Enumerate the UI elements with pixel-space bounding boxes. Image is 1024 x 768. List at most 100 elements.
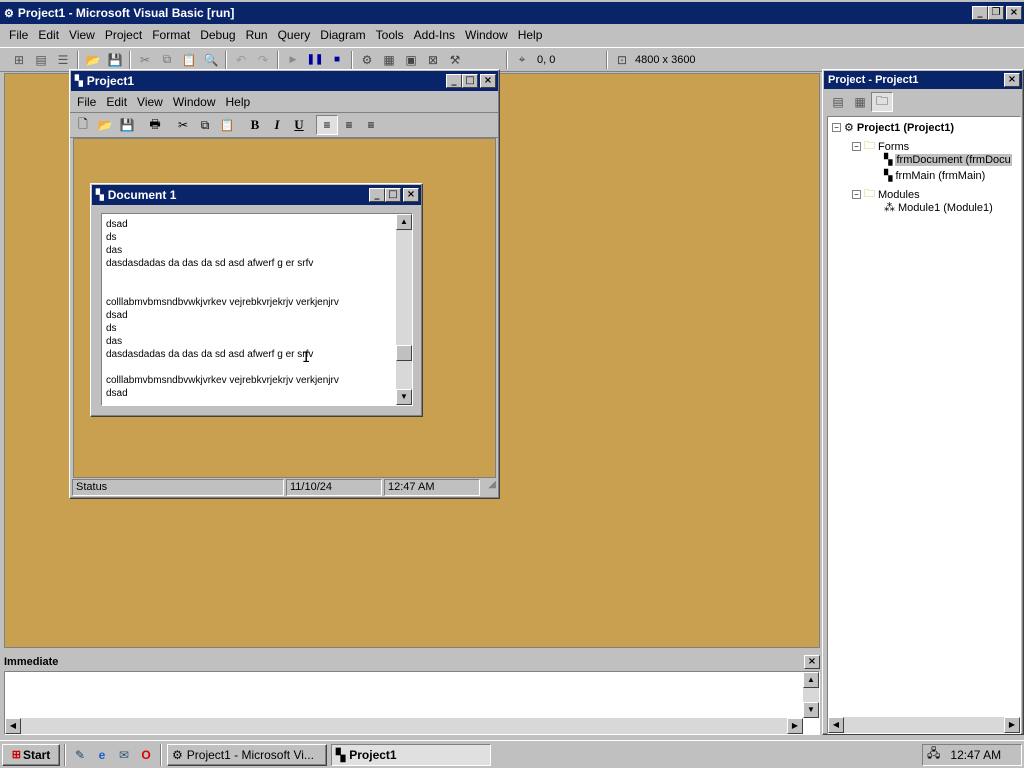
- doc-close-button[interactable]: ×: [403, 188, 419, 202]
- new-doc-icon[interactable]: 🗋: [72, 115, 94, 135]
- add-project-icon[interactable]: ⊞: [8, 50, 30, 70]
- end-icon[interactable]: ■: [326, 50, 348, 70]
- print-icon[interactable]: 🖶: [144, 115, 166, 135]
- show-desktop-icon[interactable]: ✎: [69, 745, 91, 765]
- menu-window[interactable]: Window: [460, 28, 513, 42]
- scroll-left-arrow-icon[interactable]: ◀: [5, 718, 21, 734]
- collapse-icon[interactable]: −: [852, 190, 861, 199]
- form-menu-help[interactable]: Help: [221, 95, 256, 109]
- immediate-hscrollbar[interactable]: ◀ ▶: [5, 718, 803, 734]
- scroll-left-arrow-icon[interactable]: ◀: [828, 717, 844, 733]
- outlook-express-icon[interactable]: ✉: [113, 745, 135, 765]
- form-menu-edit[interactable]: Edit: [101, 95, 132, 109]
- internet-explorer-icon[interactable]: e: [91, 745, 113, 765]
- tree-item-module1[interactable]: ⁂ Module1 (Module1): [884, 201, 993, 215]
- menu-debug[interactable]: Debug: [195, 28, 240, 42]
- menu-tools[interactable]: Tools: [371, 28, 409, 42]
- tree-item-frmdocument[interactable]: ▚ frmDocument (frmDocu: [884, 153, 1012, 166]
- save-doc-icon[interactable]: 💾: [116, 115, 138, 135]
- copy-doc-icon[interactable]: ⧉: [194, 115, 216, 135]
- form-maximize-button[interactable]: □: [462, 74, 478, 88]
- view-code-icon[interactable]: ▤: [827, 92, 849, 112]
- explorer-hscrollbar[interactable]: ◀ ▶: [828, 717, 1020, 733]
- align-left-icon[interactable]: ≡: [316, 115, 338, 135]
- scroll-right-arrow-icon[interactable]: ▶: [787, 718, 803, 734]
- bold-icon[interactable]: B: [244, 115, 266, 135]
- project-explorer-icon[interactable]: ⚙: [356, 50, 378, 70]
- form-node-icon: ▚: [884, 170, 893, 182]
- view-object-icon[interactable]: ▦: [849, 92, 871, 112]
- cut-doc-icon[interactable]: ✂: [172, 115, 194, 135]
- immediate-close-button[interactable]: ×: [804, 655, 820, 669]
- scroll-up-arrow-icon[interactable]: ▲: [803, 672, 819, 688]
- form-menu-window[interactable]: Window: [168, 95, 221, 109]
- menu-project[interactable]: Project: [100, 28, 147, 42]
- copy-icon[interactable]: ⧉: [156, 50, 178, 70]
- restore-button[interactable]: ❐: [988, 6, 1004, 20]
- doc-maximize-button[interactable]: □: [385, 188, 401, 202]
- document-textbox[interactable]: dsad ds das dasdasdadas da das da sd asd…: [101, 213, 413, 406]
- properties-window-icon[interactable]: ▦: [378, 50, 400, 70]
- scroll-up-arrow-icon[interactable]: ▲: [396, 214, 412, 230]
- form-layout-icon[interactable]: ▣: [400, 50, 422, 70]
- form-menu-file[interactable]: File: [72, 95, 101, 109]
- start-button[interactable]: ⊞ Start: [2, 743, 60, 766]
- menu-file[interactable]: File: [4, 28, 33, 42]
- form-minimize-button[interactable]: _: [446, 74, 462, 88]
- menu-add-ins[interactable]: Add-Ins: [409, 28, 460, 42]
- explorer-close-button[interactable]: ×: [1004, 73, 1020, 87]
- scroll-down-arrow-icon[interactable]: ▼: [396, 389, 412, 405]
- align-right-icon[interactable]: ≡: [360, 115, 382, 135]
- doc-minimize-button[interactable]: _: [369, 188, 385, 202]
- clock[interactable]: 12:47 AM: [950, 748, 1001, 762]
- size-icon: ⊡: [616, 52, 628, 67]
- object-browser-icon[interactable]: ⊠: [422, 50, 444, 70]
- align-center-icon[interactable]: ≡: [338, 115, 360, 135]
- toggle-folders-icon[interactable]: 🗀: [871, 92, 893, 112]
- menu-editor-icon[interactable]: ☰: [52, 50, 74, 70]
- task-project1[interactable]: ▚ Project1: [331, 743, 491, 766]
- open-doc-icon[interactable]: 📂: [94, 115, 116, 135]
- save-project-icon[interactable]: 💾: [104, 50, 126, 70]
- menu-query[interactable]: Query: [273, 28, 316, 42]
- menu-view[interactable]: View: [64, 28, 100, 42]
- menu-run[interactable]: Run: [241, 28, 273, 42]
- paste-icon[interactable]: 📋: [178, 50, 200, 70]
- opera-icon[interactable]: O: [135, 745, 157, 765]
- immediate-titlebar: Immediate ×: [4, 655, 822, 669]
- menu-diagram[interactable]: Diagram: [315, 28, 370, 42]
- form-close-button[interactable]: ×: [480, 74, 496, 88]
- menu-edit[interactable]: Edit: [33, 28, 64, 42]
- form-menu-view[interactable]: View: [132, 95, 168, 109]
- minimize-button[interactable]: _: [972, 6, 988, 20]
- redo-icon[interactable]: ↷: [252, 50, 274, 70]
- add-form-icon[interactable]: ▤: [30, 50, 52, 70]
- scroll-right-arrow-icon[interactable]: ▶: [1004, 717, 1020, 733]
- document-vscrollbar[interactable]: ▲ ▼: [396, 214, 412, 405]
- menu-help[interactable]: Help: [513, 28, 548, 42]
- close-button[interactable]: ×: [1006, 6, 1022, 20]
- collapse-icon[interactable]: −: [832, 123, 841, 132]
- modules-node-label: Modules: [878, 188, 920, 201]
- start-icon[interactable]: ▶: [282, 50, 304, 70]
- underline-icon[interactable]: U: [288, 115, 310, 135]
- find-icon[interactable]: 🔍: [200, 50, 222, 70]
- collapse-icon[interactable]: −: [852, 142, 861, 151]
- network-tray-icon[interactable]: 🖧: [927, 744, 940, 765]
- tree-item-frmmain[interactable]: ▚ frmMain (frmMain): [884, 169, 985, 183]
- immediate-vscrollbar[interactable]: ▲ ▼: [803, 672, 819, 718]
- task-vb-ide[interactable]: ⚙ Project1 - Microsoft Vi...: [167, 743, 327, 766]
- italic-icon[interactable]: I: [266, 115, 288, 135]
- paste-doc-icon[interactable]: 📋: [216, 115, 238, 135]
- resize-grip-icon[interactable]: ◢: [480, 479, 496, 496]
- scroll-down-arrow-icon[interactable]: ▼: [803, 702, 819, 718]
- undo-icon[interactable]: ↶: [230, 50, 252, 70]
- cut-icon[interactable]: ✂: [134, 50, 156, 70]
- toolbox-icon[interactable]: ⚒: [444, 50, 466, 70]
- tree-item-project[interactable]: − ⚙ Project1 (Project1): [832, 121, 954, 134]
- open-project-icon[interactable]: 📂: [82, 50, 104, 70]
- menu-format[interactable]: Format: [147, 28, 195, 42]
- break-icon[interactable]: ❚❚: [304, 50, 326, 70]
- scroll-thumb[interactable]: [396, 345, 412, 361]
- immediate-input[interactable]: ▲ ▼ ◀ ▶: [4, 671, 820, 735]
